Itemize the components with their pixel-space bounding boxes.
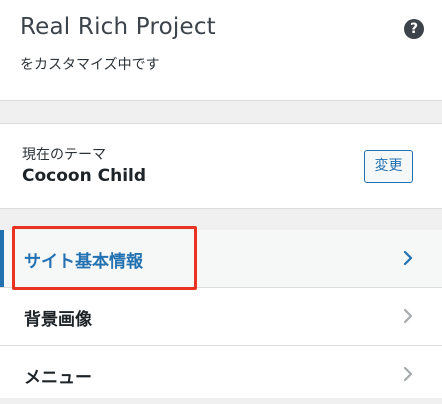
- current-theme-name: Cocoon Child: [22, 166, 147, 186]
- current-theme-panel: 現在のテーマ Cocoon Child 変更: [0, 124, 442, 208]
- help-icon[interactable]: ?: [404, 19, 424, 39]
- chevron-right-icon: [403, 366, 413, 382]
- customizing-subtitle: をカスタマイズ中です: [20, 57, 160, 73]
- section-label: メニュー: [24, 368, 92, 388]
- customizer-header: Real Rich Project をカスタマイズ中です ?: [0, 0, 442, 100]
- site-title: Real Rich Project: [20, 14, 216, 40]
- chevron-right-icon: [403, 250, 413, 266]
- chevron-right-icon: [403, 308, 413, 324]
- header-divider: [0, 100, 442, 124]
- bottom-gap: [0, 398, 442, 404]
- current-theme-label: 現在のテーマ: [22, 147, 106, 163]
- section-site-identity[interactable]: サイト基本情報: [0, 230, 442, 288]
- section-gap: [0, 208, 442, 230]
- section-background-image[interactable]: 背景画像: [0, 288, 442, 346]
- section-label: サイト基本情報: [24, 252, 143, 272]
- section-label: 背景画像: [24, 310, 92, 330]
- change-theme-button[interactable]: 変更: [364, 150, 413, 183]
- section-menus[interactable]: メニュー: [0, 346, 442, 404]
